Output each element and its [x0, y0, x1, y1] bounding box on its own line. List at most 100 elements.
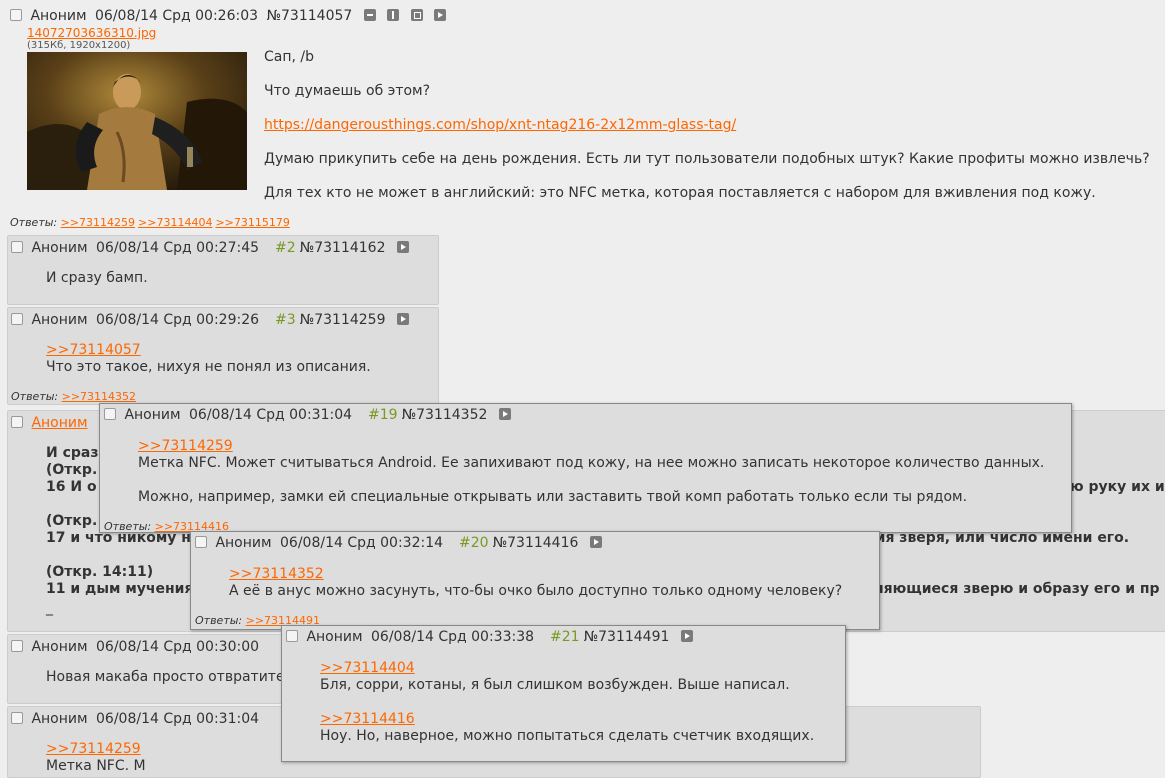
reply-line: _: [46, 600, 53, 616]
play-icon[interactable]: [396, 313, 409, 325]
popup-number[interactable]: №73114491: [584, 629, 670, 645]
reply-header: Аноним 06/08/14 Срд 00:30:00: [11, 639, 263, 655]
expand-icon[interactable]: [387, 9, 400, 21]
reply-line: 16 И о: [46, 479, 97, 495]
reply-answers-label: Ответы:: [11, 390, 59, 403]
popup-answers-label: Ответы:: [104, 520, 152, 533]
op-answers-label: Ответы:: [10, 216, 58, 229]
popup-answers-label: Ответы:: [195, 614, 243, 627]
popup-text: А её в анус можно засунуть, что-бы очко …: [229, 583, 843, 599]
op-checkbox[interactable]: [10, 9, 22, 21]
op-external-link[interactable]: https://dangerousthings.com/shop/xnt-nta…: [264, 117, 736, 134]
popup-date: 06/08/14 Срд 00:31:04: [189, 407, 353, 423]
play-icon[interactable]: [589, 536, 602, 548]
popup-number[interactable]: №73114352: [402, 407, 488, 423]
popup-date: 06/08/14 Срд 00:32:14: [280, 535, 444, 551]
reply-quote-link[interactable]: >>73114259: [46, 741, 141, 758]
popup-header: Аноним 06/08/14 Срд 00:31:04 #19 №73114352: [104, 407, 515, 423]
reply-index: #3: [275, 312, 296, 328]
reply-answers: Ответы: >>73114352: [11, 390, 139, 403]
reply-checkbox[interactable]: [11, 416, 23, 428]
op-header: Аноним 06/08/14 Срд 00:26:03 №73114057: [10, 8, 450, 24]
op-author: Аноним: [30, 8, 87, 24]
popup-text: Ноу. Но, наверное, можно попытаться сдел…: [320, 728, 815, 744]
reply-text: Метка NFC. М: [46, 758, 146, 774]
popup-text: Метка NFC. Может считываться Android. Ее…: [138, 455, 1045, 471]
reply-text: Что это такое, нихуя не понял из описани…: [46, 359, 371, 375]
popup-text: Можно, например, замки ей специальные от…: [138, 489, 968, 505]
reply-date: 06/08/14 Срд 00:29:26: [96, 312, 260, 328]
popup-checkbox[interactable]: [104, 408, 116, 420]
popup-index: #21: [550, 629, 580, 645]
reply-checkbox[interactable]: [11, 241, 23, 253]
popup-quote-link[interactable]: >>73114404: [320, 660, 415, 677]
window-icon[interactable]: [410, 9, 423, 21]
reply-line: И сраз: [46, 445, 99, 461]
reply-line: 11 и дым мучения: [46, 581, 194, 597]
popup-author: Аноним: [306, 629, 363, 645]
op-image-thumbnail[interactable]: [27, 52, 247, 190]
popup-checkbox[interactable]: [286, 630, 298, 642]
play-icon[interactable]: [498, 408, 511, 420]
popup-date: 06/08/14 Срд 00:33:38: [371, 629, 535, 645]
popup-quote-link[interactable]: >>73114352: [229, 566, 324, 583]
reply-author: Аноним: [31, 711, 88, 727]
reply-text: И сразу бамп.: [46, 270, 148, 286]
popup-number[interactable]: №73114416: [493, 535, 579, 551]
popup-checkbox[interactable]: [195, 536, 207, 548]
reply-header: Аноним 06/08/14 Срд 00:27:45 #2 №73114162: [11, 240, 413, 256]
reply-author: Аноним: [31, 312, 88, 328]
op-answer-link[interactable]: >>73115179: [215, 216, 289, 229]
reply-author-link[interactable]: Аноним: [31, 415, 87, 431]
op-answer-link[interactable]: >>73114259: [61, 216, 135, 229]
reply-checkbox[interactable]: [11, 640, 23, 652]
popup-header: Аноним 06/08/14 Срд 00:33:38 #21 №73114491: [286, 629, 697, 645]
reply-checkbox[interactable]: [11, 712, 23, 724]
op-answer-link[interactable]: >>73114404: [138, 216, 212, 229]
op-file-link[interactable]: 14072703636310.jpg: [27, 26, 156, 40]
reply-date: 06/08/14 Срд 00:30:00: [96, 639, 260, 655]
preview-popup-19: Аноним 06/08/14 Срд 00:31:04 #19 №73114352…: [99, 403, 1072, 533]
reply-author: Аноним: [31, 240, 88, 256]
preview-popup-21: Аноним 06/08/14 Срд 00:33:38 #21 №73114491…: [281, 625, 846, 762]
op-answers: Ответы: >>73114259 >>73114404 >>73115179: [10, 216, 293, 229]
op-number[interactable]: №73114057: [266, 8, 352, 24]
play-icon[interactable]: [680, 630, 693, 642]
op-file-meta: (315Кб, 1920x1200): [27, 40, 131, 51]
popup-author: Аноним: [124, 407, 181, 423]
reply-line: (Откр.: [46, 513, 98, 529]
popup-header: Аноним 06/08/14 Срд 00:32:14 #20 №73114416: [195, 535, 606, 551]
reply-number[interactable]: №73114259: [300, 312, 386, 328]
reply-quote-link[interactable]: >>73114057: [46, 342, 141, 359]
op-line-1: Сап, /b: [264, 49, 315, 65]
reply-post-2: Аноним 06/08/14 Срд 00:27:45 #2 №73114162 …: [7, 235, 439, 305]
popup-text: Бля, сорри, котаны, я был слишком возбуж…: [320, 677, 790, 693]
op-line-4: Для тех кто не может в английский: это N…: [264, 185, 1096, 201]
play-icon[interactable]: [396, 241, 409, 253]
hide-icon[interactable]: [363, 9, 376, 21]
reply-post-3: Аноним 06/08/14 Срд 00:29:26 #3 №73114259 …: [7, 307, 439, 405]
reply-line: няющиеся зверю и образу его и пр: [874, 581, 1160, 597]
op-date: 06/08/14 Срд 00:26:03: [95, 8, 259, 24]
popup-quote-link[interactable]: >>73114259: [138, 438, 233, 455]
play-icon[interactable]: [434, 9, 447, 21]
reply-number[interactable]: №73114162: [300, 240, 386, 256]
op-line-3: Думаю прикупить себе на день рождения. Е…: [264, 151, 1150, 167]
reply-line: ю руку их ил: [1070, 479, 1165, 495]
op-line-2: Что думаешь об этом?: [264, 83, 431, 99]
popup-quote-link[interactable]: >>73114416: [320, 711, 415, 728]
reply-date: 06/08/14 Срд 00:27:45: [96, 240, 260, 256]
preview-popup-20: Аноним 06/08/14 Срд 00:32:14 #20 №73114416…: [190, 531, 880, 630]
reply-header: Аноним: [11, 415, 92, 431]
popup-index: #20: [459, 535, 489, 551]
reply-header: Аноним 06/08/14 Срд 00:31:04: [11, 711, 263, 727]
reply-author: Аноним: [31, 639, 88, 655]
popup-index: #19: [368, 407, 398, 423]
reply-line: (Откр. 14:11): [46, 564, 154, 580]
reply-line: (Откр.: [46, 462, 98, 478]
reply-checkbox[interactable]: [11, 313, 23, 325]
popup-author: Аноним: [215, 535, 272, 551]
reply-date: 06/08/14 Срд 00:31:04: [96, 711, 260, 727]
reply-answer-link[interactable]: >>73114352: [62, 390, 136, 403]
reply-index: #2: [275, 240, 296, 256]
